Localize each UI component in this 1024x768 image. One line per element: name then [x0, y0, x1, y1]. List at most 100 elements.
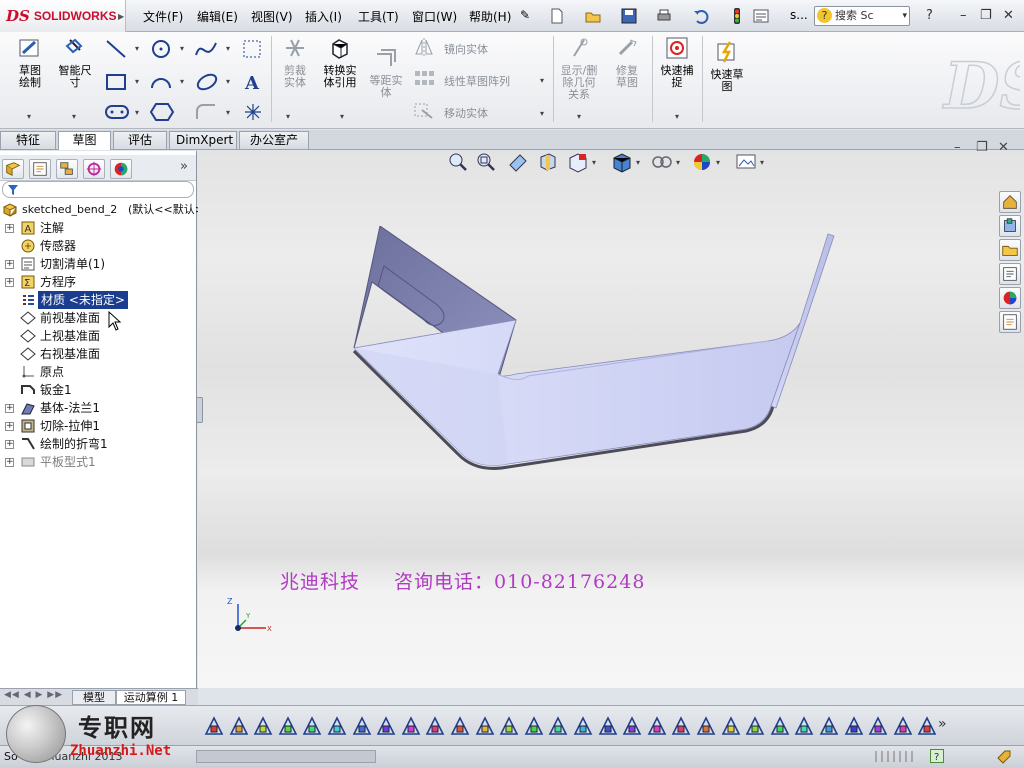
feature-tree-item[interactable]: + A 注解 [0, 219, 196, 237]
menu-view[interactable]: 视图(V) [251, 8, 293, 25]
file-explorer-icon[interactable] [999, 239, 1021, 261]
tab-sketch[interactable]: 草图 [58, 131, 111, 150]
rebuild-icon[interactable] [728, 7, 746, 25]
move-label[interactable]: 移动实体 [444, 105, 488, 121]
arc-icon[interactable] [148, 71, 176, 93]
search-dropdown-icon[interactable]: ▾ [902, 7, 907, 25]
dimxpert-manager-tab-icon[interactable] [83, 159, 105, 179]
viewport-close-button[interactable]: ✕ [998, 140, 1009, 155]
zoom-to-area-icon[interactable] [474, 151, 498, 173]
view-palette-icon[interactable] [999, 263, 1021, 285]
feature-tree-item[interactable]: + 切除-拉伸1 [0, 417, 196, 435]
feature-tree-root[interactable]: sketched_bend_2 (默认<<默认> [0, 201, 204, 219]
more-tools-icon[interactable]: » [938, 716, 947, 732]
text-icon[interactable]: A [240, 71, 266, 93]
viewport-minimize-button[interactable]: – [954, 140, 961, 155]
shell-icon[interactable] [300, 714, 324, 738]
point-ref-icon[interactable] [669, 714, 693, 738]
relations-dropdown-icon[interactable]: ▾ [577, 112, 581, 121]
hide-show-dropdown-icon[interactable]: ▾ [676, 158, 680, 167]
menu-file[interactable]: 文件(F) [143, 8, 183, 25]
property-manager-tab-icon[interactable] [29, 159, 51, 179]
wrap-icon[interactable] [497, 714, 521, 738]
sketch-dropdown-icon[interactable]: ▾ [27, 112, 31, 121]
panel-collapse-handle[interactable] [196, 397, 203, 423]
ellipse-icon[interactable] [193, 71, 221, 93]
circle-icon[interactable] [148, 38, 176, 60]
move-entities-icon[interactable] [412, 100, 436, 122]
construction-grid-icon[interactable] [240, 38, 266, 60]
line-icon[interactable] [103, 38, 131, 60]
tab-office-products[interactable]: 办公室产品 [239, 131, 309, 164]
point-icon[interactable] [240, 101, 266, 123]
slot-dropdown-icon[interactable]: ▾ [135, 108, 139, 117]
search-input[interactable]: ? 搜索 Sc ▾ [814, 6, 910, 26]
rapid-sketch-button[interactable]: 快速草图 [705, 40, 749, 93]
feature-tree-item[interactable]: 右视基准面 [0, 345, 196, 363]
coordinate-system-icon[interactable] [645, 714, 669, 738]
mirror-feature-icon[interactable] [522, 714, 546, 738]
helix-icon[interactable] [792, 714, 816, 738]
feature-tree-item[interactable]: 上视基准面 [0, 327, 196, 345]
menu-help[interactable]: 帮助(H) [469, 8, 511, 25]
feature-tree-item[interactable]: 钣金1 [0, 381, 196, 399]
extrude-boss-icon[interactable] [325, 714, 349, 738]
viewport-restore-button[interactable]: ❐ [976, 140, 988, 155]
expand-toggle-icon[interactable]: + [5, 404, 14, 413]
tab-features[interactable]: 特征 [0, 131, 56, 149]
orientation-dropdown-icon[interactable]: ▾ [592, 158, 596, 167]
polygon-icon[interactable] [148, 101, 176, 123]
apply-scene-icon[interactable] [734, 151, 758, 173]
solidworks-logo[interactable]: DS SOLIDWORKS ▶ [0, 0, 126, 32]
expand-toggle-icon[interactable]: + [5, 278, 14, 287]
design-library-icon[interactable] [999, 215, 1021, 237]
projected-curve-icon[interactable] [768, 714, 792, 738]
chamfer-icon[interactable] [227, 714, 251, 738]
feature-tree-item[interactable]: 传感器 [0, 237, 196, 255]
linear-pattern-feature-icon[interactable] [546, 714, 570, 738]
curve-icon[interactable] [694, 714, 718, 738]
arc-dropdown-icon[interactable]: ▾ [180, 77, 184, 86]
edit-appearance-icon[interactable] [690, 151, 714, 173]
pin-menu-icon[interactable]: ✎ [520, 8, 530, 22]
feature-tree-item[interactable]: 前视基准面 [0, 309, 196, 327]
display-style-dropdown-icon[interactable]: ▾ [636, 158, 640, 167]
circle-dropdown-icon[interactable]: ▾ [180, 44, 184, 53]
line-dropdown-icon[interactable]: ▾ [135, 44, 139, 53]
sketch-button[interactable]: 草图绘制 [6, 36, 54, 89]
trim-dropdown-icon[interactable]: ▾ [286, 112, 290, 121]
display-style-icon[interactable] [610, 151, 634, 173]
feature-tree-item[interactable]: 材质 <未指定> [0, 291, 196, 309]
help-icon[interactable]: ? [926, 8, 933, 23]
feature-tree-item[interactable]: + 切割清单(1) [0, 255, 196, 273]
fillet-icon[interactable] [193, 101, 221, 123]
fillet-dropdown-icon[interactable]: ▾ [226, 108, 230, 117]
draft-icon[interactable] [251, 714, 275, 738]
dimension-dropdown-icon[interactable]: ▾ [72, 112, 76, 121]
split-line-icon[interactable] [743, 714, 767, 738]
expand-panel-icon[interactable]: » [180, 159, 188, 174]
rib-icon[interactable] [448, 714, 472, 738]
sweep-icon[interactable] [399, 714, 423, 738]
menu-insert[interactable]: 插入(I) [305, 8, 342, 25]
axis-icon[interactable] [620, 714, 644, 738]
open-folder-icon[interactable] [584, 7, 602, 25]
reference-plane-icon[interactable] [596, 714, 620, 738]
circular-pattern-icon[interactable] [571, 714, 595, 738]
status-tag-icon[interactable] [996, 749, 1012, 765]
feature-tree-item[interactable]: + 绘制的折弯1 [0, 435, 196, 453]
appearance-icon[interactable] [891, 714, 915, 738]
trim-entities-button[interactable]: 剪裁实体 [274, 36, 316, 89]
zoom-to-fit-icon[interactable] [446, 151, 470, 173]
composite-curve-icon[interactable] [817, 714, 841, 738]
mirror-icon[interactable] [412, 36, 436, 58]
offset-entities-button[interactable]: 等距实体 [364, 46, 408, 99]
rectangle-dropdown-icon[interactable]: ▾ [135, 77, 139, 86]
hide-show-items-icon[interactable] [650, 151, 674, 173]
section-view-icon[interactable] [536, 151, 560, 173]
appearances-scenes-icon[interactable] [999, 287, 1021, 309]
feature-tree-item[interactable]: + 基体-法兰1 [0, 399, 196, 417]
expand-toggle-icon[interactable]: + [5, 260, 14, 269]
feature-tree-item[interactable]: 原点 [0, 363, 196, 381]
minimize-button[interactable]: – [960, 8, 967, 23]
